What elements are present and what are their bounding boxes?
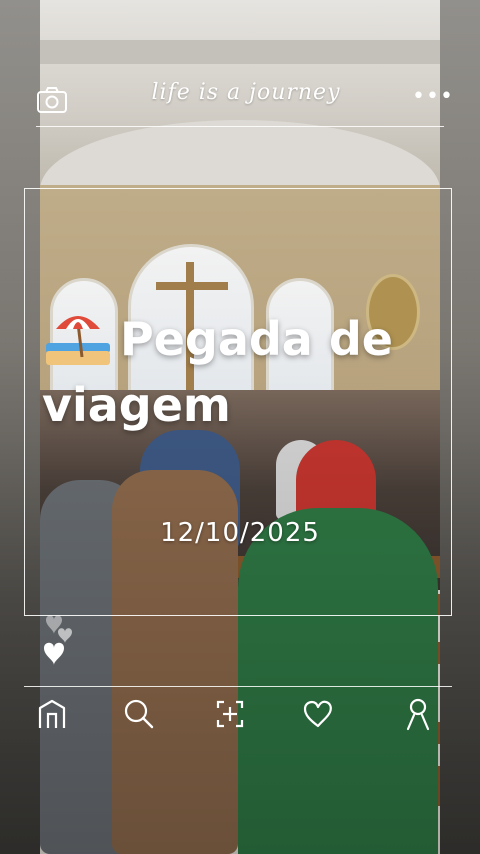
add-scan-icon[interactable]: [212, 696, 248, 732]
camera-icon[interactable]: [36, 86, 68, 114]
more-horizontal-icon[interactable]: •••: [412, 86, 453, 114]
profile-icon[interactable]: [400, 696, 436, 732]
top-divider: [36, 126, 444, 127]
bottom-divider: [24, 686, 452, 687]
top-bar: life is a journey •••: [36, 74, 453, 126]
search-icon[interactable]: [120, 696, 156, 732]
heart-icon[interactable]: [300, 696, 336, 732]
post-date: 12/10/2025: [160, 518, 320, 548]
beach-umbrella-icon: [42, 307, 114, 367]
title-line-2: viagem: [42, 378, 231, 432]
title-line-1: Pegada de: [120, 312, 393, 366]
bottom-nav: [24, 696, 452, 736]
post-title: Pegada de viagem: [42, 306, 442, 438]
hearts-icon[interactable]: [40, 610, 80, 670]
tagline: life is a journey: [151, 80, 341, 105]
home-icon[interactable]: [34, 696, 70, 732]
